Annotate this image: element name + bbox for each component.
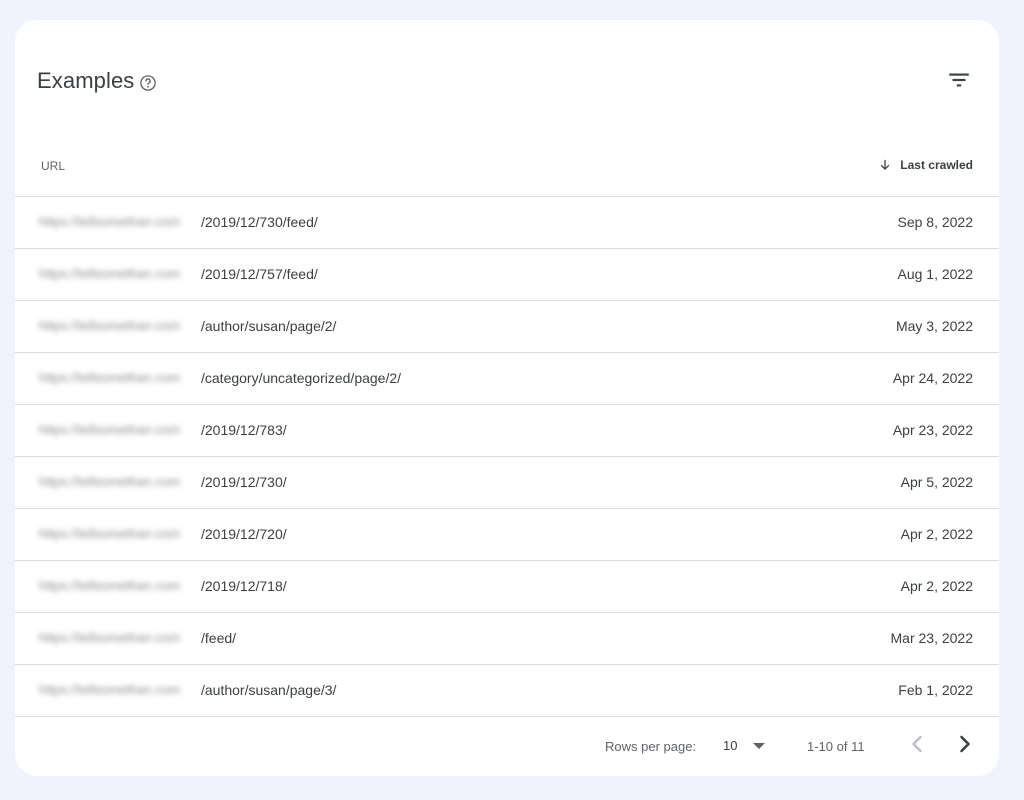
last-crawled-cell: Apr 2, 2022 xyxy=(900,578,973,594)
url-path: /author/susan/page/2/ xyxy=(201,318,337,334)
table-row[interactable]: https://tellsomethan.com /author/susan/p… xyxy=(15,665,999,717)
table-row[interactable]: https://tellsomethan.com /2019/12/718/ A… xyxy=(15,561,999,613)
table-row[interactable]: https://tellsomethan.com /2019/12/720/ A… xyxy=(15,509,999,561)
card-title: Examples xyxy=(37,68,135,93)
last-crawled-cell: Aug 1, 2022 xyxy=(897,266,973,282)
last-crawled-cell: Sep 8, 2022 xyxy=(897,214,973,230)
url-path: /author/susan/page/3/ xyxy=(201,682,337,698)
url-path: /2019/12/757/feed/ xyxy=(201,266,318,282)
redacted-host: https://tellsomethan.com xyxy=(39,318,180,333)
url-cell: https://tellsomethan.com /2019/12/720/ xyxy=(39,526,287,542)
card-header: Examples xyxy=(15,20,999,144)
last-crawled-cell: Apr 5, 2022 xyxy=(900,474,973,490)
url-path: /2019/12/783/ xyxy=(201,422,287,438)
filter-list-icon[interactable] xyxy=(946,67,972,93)
table-row[interactable]: https://tellsomethan.com /2019/12/730/ A… xyxy=(15,457,999,509)
arrow-down-icon xyxy=(881,159,890,170)
table-row[interactable]: https://tellsomethan.com /2019/12/783/ A… xyxy=(15,405,999,457)
last-crawled-cell: Apr 23, 2022 xyxy=(892,422,973,438)
url-path: /feed/ xyxy=(201,630,237,646)
chevron-right-icon[interactable] xyxy=(951,730,979,758)
pagination-bar: Rows per page: 10 1-10 of 11 xyxy=(15,716,999,776)
url-cell: https://tellsomethan.com /2019/12/730/ xyxy=(39,474,287,490)
table-row[interactable]: https://tellsomethan.com /2019/12/757/fe… xyxy=(15,249,999,301)
url-path: /2019/12/718/ xyxy=(201,578,287,594)
url-cell: https://tellsomethan.com /2019/12/730/fe… xyxy=(39,214,318,230)
url-cell: https://tellsomethan.com /2019/12/757/fe… xyxy=(39,266,318,282)
redacted-host: https://tellsomethan.com xyxy=(39,578,180,593)
url-cell: https://tellsomethan.com /category/uncat… xyxy=(39,370,401,386)
redacted-host: https://tellsomethan.com xyxy=(39,214,180,229)
chevron-left-icon[interactable] xyxy=(903,730,931,758)
url-path: /2019/12/730/ xyxy=(201,474,287,490)
rows-per-page-select[interactable]: 10 xyxy=(721,734,771,758)
last-crawled-cell: May 3, 2022 xyxy=(895,318,973,334)
table-row[interactable]: https://tellsomethan.com /category/uncat… xyxy=(15,353,999,405)
table-row[interactable]: https://tellsomethan.com /author/susan/p… xyxy=(15,301,999,353)
table-body: https://tellsomethan.com /2019/12/730/fe… xyxy=(15,197,999,717)
examples-card: Examples URL Last crawled https://tellso… xyxy=(15,20,999,776)
url-path: /2019/12/730/feed/ xyxy=(201,214,318,230)
url-cell: https://tellsomethan.com /2019/12/783/ xyxy=(39,422,287,438)
redacted-host: https://tellsomethan.com xyxy=(39,474,180,489)
url-cell: https://tellsomethan.com /author/susan/p… xyxy=(39,318,336,334)
rows-per-page-label: Rows per page: xyxy=(605,739,697,754)
redacted-host: https://tellsomethan.com xyxy=(39,422,180,437)
table-header: URL Last crawled xyxy=(15,144,999,197)
last-crawled-cell: Apr 2, 2022 xyxy=(900,526,973,542)
redacted-host: https://tellsomethan.com xyxy=(39,370,180,385)
redacted-host: https://tellsomethan.com xyxy=(39,630,180,645)
table-row[interactable]: https://tellsomethan.com /feed/ Mar 23, … xyxy=(15,613,999,665)
table-row[interactable]: https://tellsomethan.com /2019/12/730/fe… xyxy=(15,197,999,249)
help-circle-icon[interactable] xyxy=(139,74,157,92)
url-path: /category/uncategorized/page/2/ xyxy=(201,370,402,386)
url-path: /2019/12/720/ xyxy=(201,526,287,542)
last-crawled-cell: Feb 1, 2022 xyxy=(898,682,973,698)
last-crawled-cell: Mar 23, 2022 xyxy=(890,630,974,646)
rows-per-page-value: 10 xyxy=(723,738,738,753)
redacted-host: https://tellsomethan.com xyxy=(39,526,180,541)
redacted-host: https://tellsomethan.com xyxy=(39,266,180,281)
column-header-last-crawled-label: Last crawled xyxy=(900,158,973,172)
dropdown-triangle-icon xyxy=(753,743,765,749)
pagination-range: 1-10 of 11 xyxy=(807,739,865,754)
last-crawled-cell: Apr 24, 2022 xyxy=(892,370,973,386)
url-cell: https://tellsomethan.com /feed/ xyxy=(39,630,236,646)
column-header-url[interactable]: URL xyxy=(41,159,65,173)
url-cell: https://tellsomethan.com /author/susan/p… xyxy=(39,682,336,698)
url-cell: https://tellsomethan.com /2019/12/718/ xyxy=(39,578,287,594)
redacted-host: https://tellsomethan.com xyxy=(39,682,180,697)
column-header-last-crawled[interactable]: Last crawled xyxy=(878,158,973,172)
